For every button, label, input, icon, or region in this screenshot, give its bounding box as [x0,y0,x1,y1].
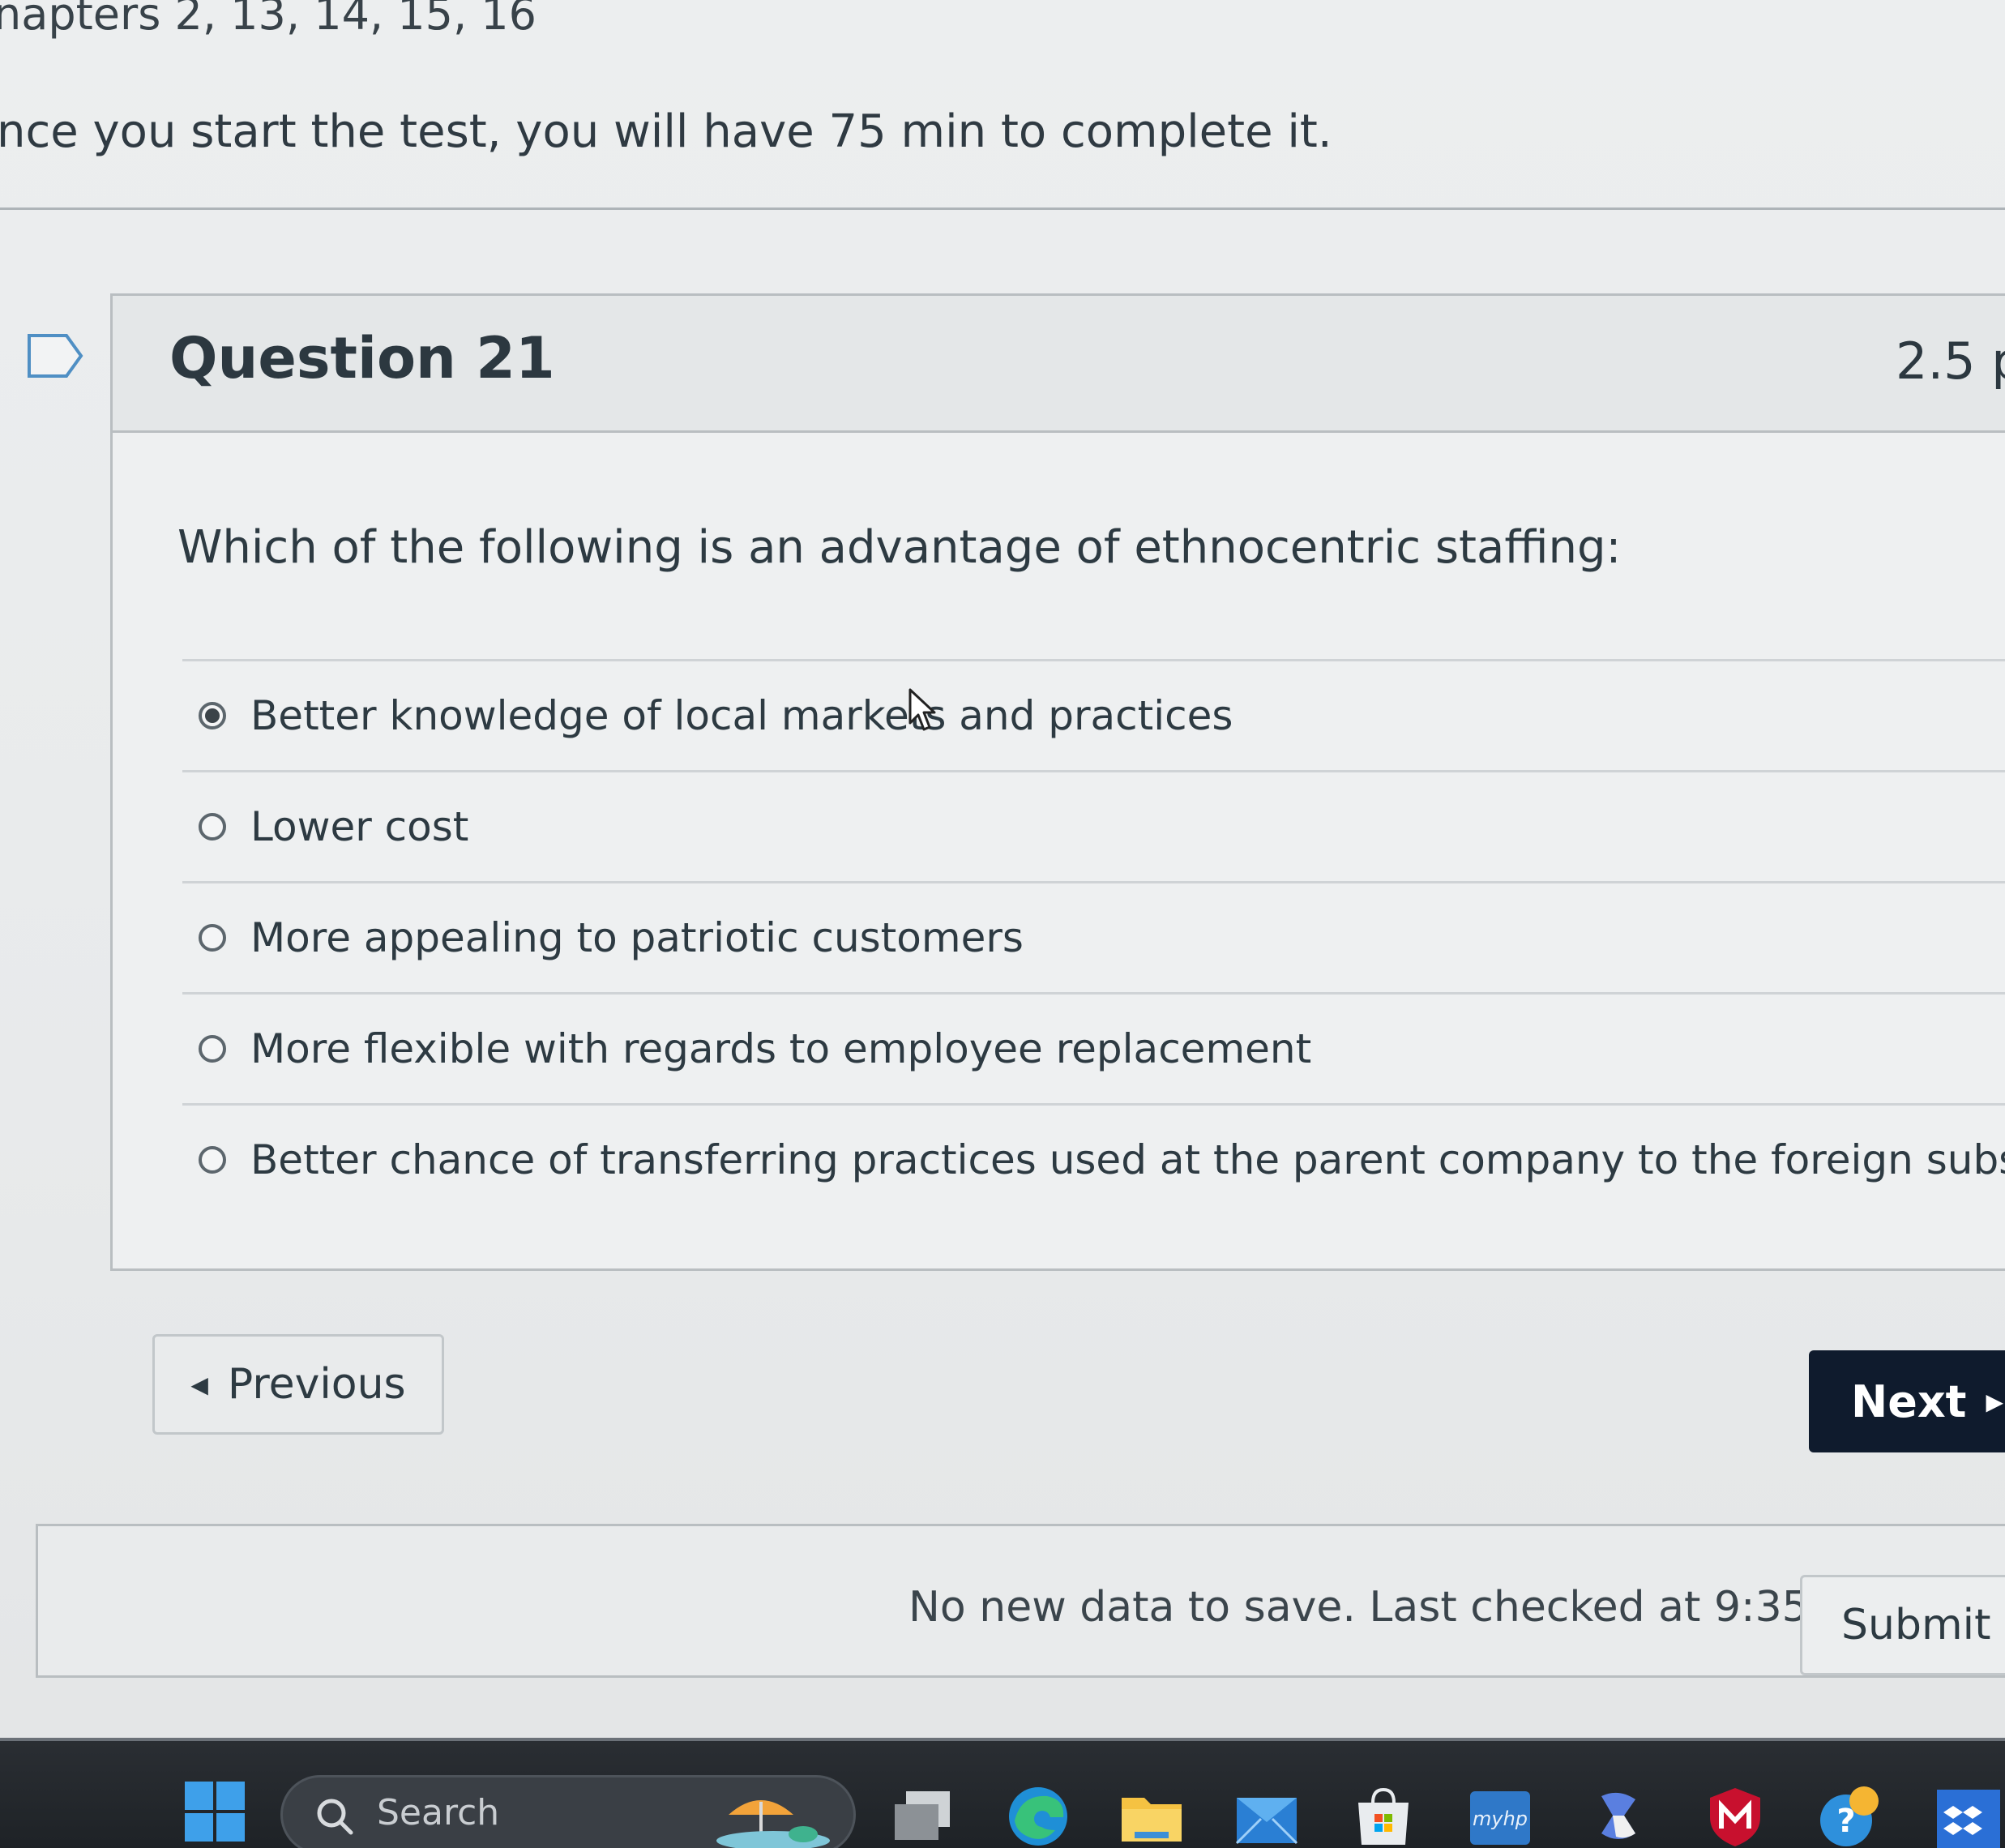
answer-label: More flexible with regards to employee r… [250,1025,1312,1072]
answer-label: Lower cost [250,803,469,850]
radio-button[interactable] [199,924,226,952]
myhp-icon[interactable]: myhp [1467,1783,1533,1848]
answer-label: More appealing to patriotic customers [250,914,1024,961]
caret-right-icon: ▶ [1986,1388,2004,1415]
answer-list: Better knowledge of local markets and pr… [182,659,2005,1214]
search-placeholder: Search [377,1792,500,1833]
radio-button[interactable] [199,1146,226,1174]
mail-icon[interactable] [1233,1783,1300,1848]
divider [0,207,2005,210]
file-explorer-icon[interactable] [1118,1783,1185,1848]
save-status: No new data to save. Last checked at 9:3… [908,1583,1877,1632]
taskbar-search-input[interactable]: Search [280,1775,856,1848]
myhp-label: myhp [1473,1807,1528,1830]
radio-button-selected[interactable] [199,702,226,729]
answer-label: Better chance of transferring practices … [250,1136,2005,1183]
next-button[interactable]: Next ▶ [1809,1350,2005,1452]
radio-button[interactable] [199,1035,226,1063]
question-points: 2.5 p [1896,332,2005,391]
windows-taskbar: Search myhp ? [0,1738,2005,1848]
previous-label: Previous [227,1360,406,1409]
question-header: Question 21 2.5 p [113,296,2005,433]
mcafee-icon[interactable] [1702,1783,1768,1848]
beach-widget-icon[interactable] [712,1782,834,1848]
search-icon [317,1799,353,1835]
task-view-icon[interactable] [888,1783,955,1848]
answer-option[interactable]: More flexible with regards to employee r… [182,992,2005,1103]
previous-button[interactable]: ◀ Previous [152,1334,444,1435]
next-label: Next [1851,1375,1967,1427]
submit-quiz-button[interactable]: Submit C [1800,1575,2005,1675]
test-description: nce you start the test, you will have 75… [0,105,1332,158]
question-title: Question 21 [169,325,555,391]
flag-question-icon[interactable] [26,332,84,379]
quiz-page: napters 2, 13, 14, 15, 16 nce you start … [0,0,2005,1848]
answer-option[interactable]: Better knowledge of local markets and pr… [182,659,2005,770]
windows-start-icon[interactable] [183,1780,246,1843]
dropbox-icon[interactable] [1935,1783,2002,1848]
caret-left-icon: ◀ [190,1371,208,1398]
answer-label: Better knowledge of local markets and pr… [250,692,1233,739]
question-text: Which of the following is an advantage o… [177,521,1622,574]
answer-option[interactable]: Lower cost [182,770,2005,881]
test-title: napters 2, 13, 14, 15, 16 [0,0,537,40]
question-card: Question 21 2.5 p Which of the following… [110,293,2005,1271]
mouse-cursor-icon [908,688,936,731]
help-icon[interactable]: ? [1817,1783,1883,1848]
answer-option[interactable]: More appealing to patriotic customers [182,881,2005,992]
svg-text:?: ? [1836,1803,1855,1840]
save-bar: No new data to save. Last checked at 9:3… [36,1524,2005,1678]
answer-option[interactable]: Better chance of transferring practices … [182,1103,2005,1214]
radio-button[interactable] [199,813,226,841]
edge-icon[interactable] [1005,1783,1071,1848]
copilot-icon[interactable] [1585,1783,1652,1848]
microsoft-store-icon[interactable] [1350,1783,1417,1848]
